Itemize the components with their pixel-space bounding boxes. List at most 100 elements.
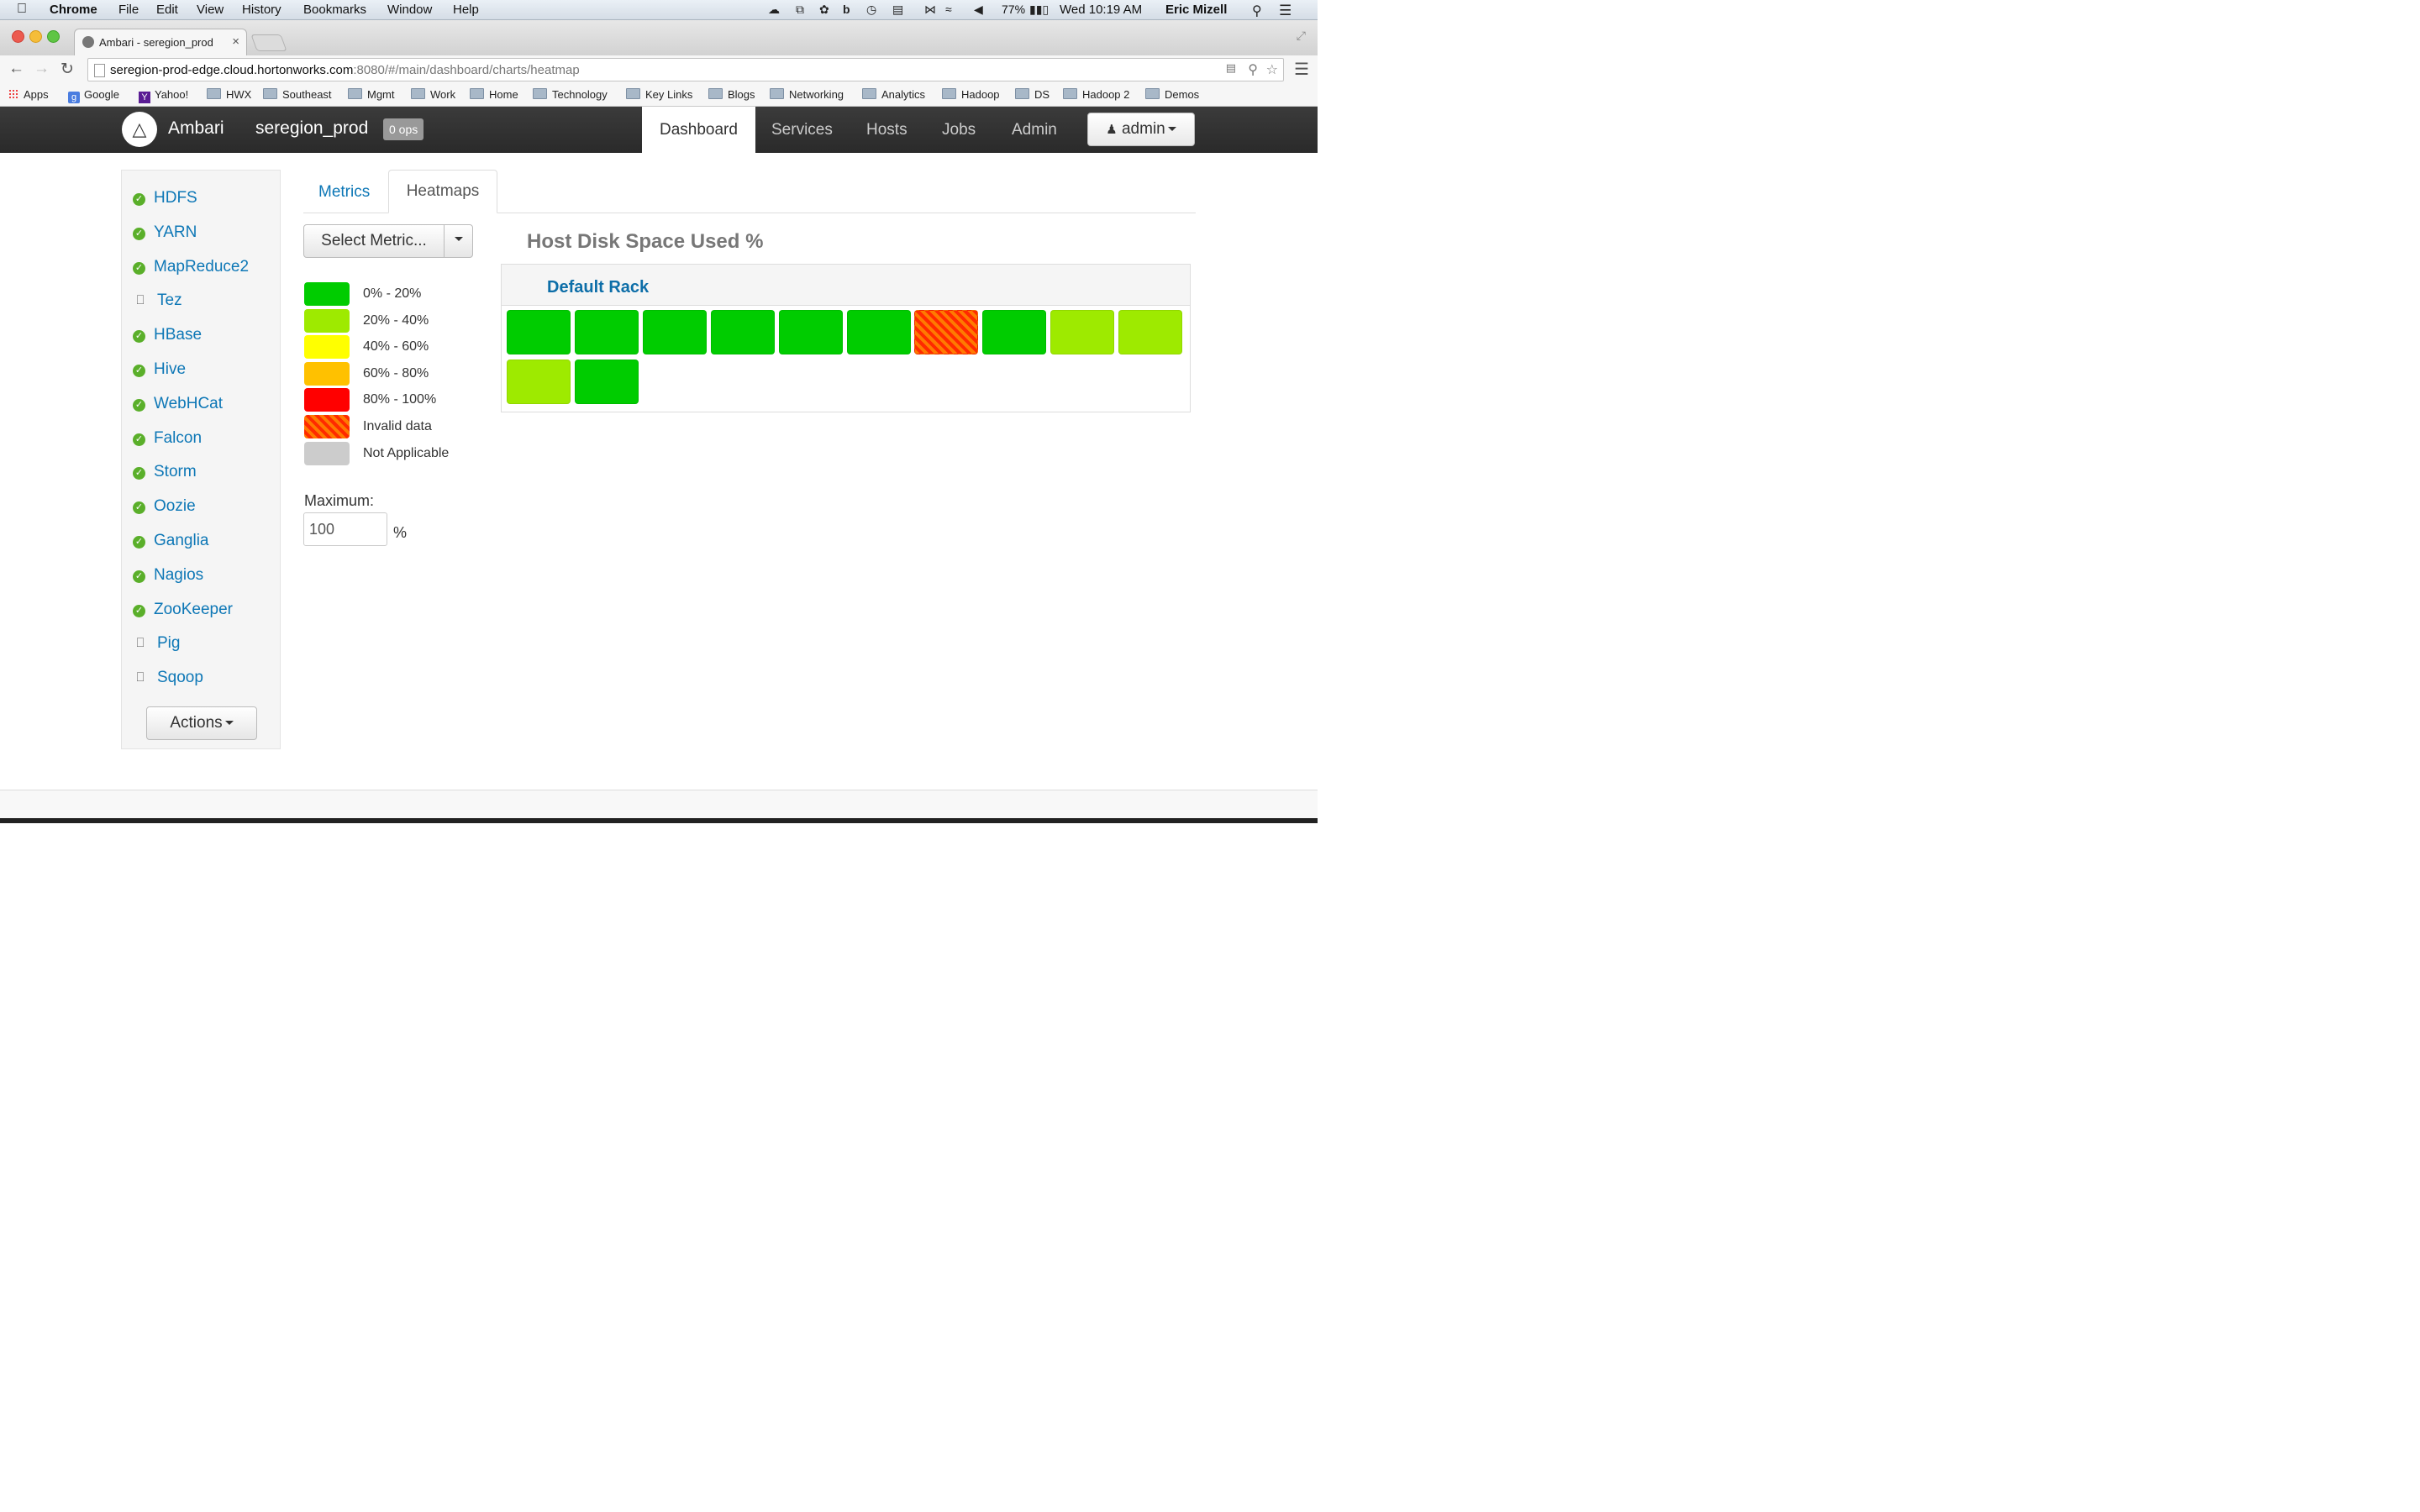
battery-icon[interactable]: ▮▮▯: [1029, 3, 1049, 17]
chrome-menu-icon[interactable]: ☰: [1294, 59, 1309, 80]
sidebar-service-webhcat[interactable]: ✓ WebHCat: [133, 395, 223, 415]
ambari-logo-icon[interactable]: △: [122, 112, 157, 147]
nav-dashboard[interactable]: Dashboard: [642, 107, 755, 153]
nav-hosts[interactable]: Hosts: [866, 107, 908, 153]
sidebar-service-pig[interactable]: ⎕ Pig: [133, 634, 180, 654]
reload-icon[interactable]: ↻: [60, 60, 74, 79]
sidebar-service-sqoop[interactable]: ⎕ Sqoop: [133, 669, 203, 689]
fullscreen-icon[interactable]: ⤢: [1297, 29, 1306, 43]
sidebar-service-hive[interactable]: ✓ Hive: [133, 360, 186, 381]
close-window-icon[interactable]: [12, 30, 24, 43]
menu-help[interactable]: Help: [453, 3, 479, 17]
nav-admin[interactable]: Admin: [1012, 107, 1057, 153]
sidebar-service-oozie[interactable]: ✓ Oozie: [133, 497, 196, 517]
host-cell[interactable]: [914, 310, 979, 354]
host-cell[interactable]: [507, 310, 571, 354]
memory-icon[interactable]: ▤: [892, 3, 903, 17]
menu-file[interactable]: File: [118, 3, 139, 17]
sidebar-service-falcon[interactable]: ✓ Falcon: [133, 429, 202, 449]
bookmark-folder-technology[interactable]: Technology: [533, 88, 608, 101]
copy-icon[interactable]: ⧉: [796, 3, 804, 17]
sidebar-service-ganglia[interactable]: ✓ Ganglia: [133, 532, 209, 552]
bookmark-folder-key-links[interactable]: Key Links: [626, 88, 692, 101]
dropbox-icon[interactable]: ☁: [768, 3, 780, 17]
nav-services[interactable]: Services: [771, 107, 833, 153]
bookmark-folder-analytics[interactable]: Analytics: [862, 88, 925, 101]
background-ops-badge[interactable]: 0 ops: [383, 118, 424, 140]
sidebar-service-hdfs[interactable]: ✓ HDFS: [133, 189, 197, 209]
user-menu-button[interactable]: ♟ admin: [1087, 113, 1195, 146]
host-cell[interactable]: [1050, 310, 1115, 354]
host-cell[interactable]: [574, 310, 639, 354]
host-cell[interactable]: [846, 310, 911, 354]
nav-jobs[interactable]: Jobs: [942, 107, 976, 153]
back-icon[interactable]: ←: [8, 60, 24, 78]
tab-heatmaps[interactable]: Heatmaps: [388, 170, 497, 213]
wifi-icon[interactable]: ≈: [945, 3, 952, 16]
bookmark-folder-work[interactable]: Work: [411, 88, 455, 101]
bookmark-star-icon[interactable]: ☆: [1266, 61, 1278, 78]
menu-user[interactable]: Eric Mizell: [1165, 3, 1227, 17]
bookmark-folder-home[interactable]: Home: [470, 88, 518, 101]
sidebar-service-nagios[interactable]: ✓ Nagios: [133, 566, 203, 586]
yahoo-icon: Y: [139, 92, 150, 103]
select-metric-dropdown-toggle[interactable]: [444, 224, 473, 258]
bookmark-yahoo[interactable]: Y Yahoo!: [139, 88, 188, 103]
bookmark-folder-networking[interactable]: Networking: [770, 88, 844, 101]
bookmark-google[interactable]: g Google: [68, 88, 119, 103]
bookmark-folder-blogs[interactable]: Blogs: [708, 88, 755, 101]
host-cell[interactable]: [778, 310, 843, 354]
url-text[interactable]: seregion-prod-edge.cloud.hortonworks.com…: [110, 63, 580, 77]
bookmark-folder-demos[interactable]: Demos: [1145, 88, 1199, 101]
host-cell[interactable]: [574, 359, 639, 404]
bookmark-folder-mgmt[interactable]: Mgmt: [348, 88, 395, 101]
select-metric-button[interactable]: Select Metric...: [303, 224, 445, 258]
rack-name[interactable]: Default Rack: [547, 278, 649, 297]
forward-icon[interactable]: →: [34, 60, 50, 78]
menu-clock[interactable]: Wed 10:19 AM: [1060, 3, 1142, 17]
bookmark-folder-hwx[interactable]: HWX: [207, 88, 251, 101]
bookmark-folder-ds[interactable]: DS: [1015, 88, 1050, 101]
bluetooth-icon[interactable]: ⋈: [924, 3, 936, 17]
menu-history[interactable]: History: [242, 3, 281, 17]
zoom-window-icon[interactable]: [47, 30, 60, 43]
menu-view[interactable]: View: [197, 3, 224, 17]
sidebar-service-zookeeper[interactable]: ✓ ZooKeeper: [133, 601, 233, 621]
minimize-window-icon[interactable]: [29, 30, 42, 43]
new-tab-button[interactable]: [250, 34, 287, 51]
menu-app-name[interactable]: Chrome: [50, 3, 97, 17]
sidebar-service-tez[interactable]: ⎕ Tez: [133, 291, 182, 312]
host-cell[interactable]: [1118, 310, 1183, 354]
volume-icon[interactable]: ◀: [974, 3, 983, 17]
sidebar-service-yarn[interactable]: ✓ YARN: [133, 223, 197, 244]
bookmark-folder-southeast[interactable]: Southeast: [263, 88, 332, 101]
menu-window[interactable]: Window: [387, 3, 432, 17]
host-cell[interactable]: [642, 310, 707, 354]
page-action-icon[interactable]: ▤: [1226, 61, 1236, 75]
address-bar[interactable]: seregion-prod-edge.cloud.hortonworks.com…: [87, 58, 1284, 81]
host-cell[interactable]: [507, 359, 571, 404]
browser-tab[interactable]: Ambari - seregion_prod ×: [74, 29, 247, 55]
tab-close-icon[interactable]: ×: [232, 34, 239, 49]
bookmark-folder-hadoop[interactable]: Hadoop: [942, 88, 1000, 101]
sidebar-service-storm[interactable]: ✓ Storm: [133, 463, 197, 483]
apple-icon[interactable]: : [17, 2, 27, 17]
notification-center-icon[interactable]: ☰: [1279, 3, 1292, 19]
host-cell[interactable]: [710, 310, 775, 354]
sidebar-service-mapreduce2[interactable]: ✓ MapReduce2: [133, 258, 249, 278]
time-machine-icon[interactable]: ◷: [866, 3, 876, 17]
menu-edit[interactable]: Edit: [156, 3, 178, 17]
bookmark-apps[interactable]: Apps: [8, 88, 49, 101]
maximum-input[interactable]: [303, 512, 387, 546]
brand-name[interactable]: Ambari: [168, 118, 224, 139]
zoom-icon[interactable]: ⚲: [1248, 61, 1258, 78]
actions-button[interactable]: Actions: [146, 706, 257, 740]
menu-bookmarks[interactable]: Bookmarks: [303, 3, 366, 17]
spotlight-search-icon[interactable]: ⚲: [1252, 3, 1262, 19]
sidebar-service-hbase[interactable]: ✓ HBase: [133, 326, 202, 346]
host-cell[interactable]: [982, 310, 1047, 354]
b-app-icon[interactable]: b: [843, 3, 850, 16]
bookmark-folder-hadoop-2[interactable]: Hadoop 2: [1063, 88, 1129, 101]
evernote-icon[interactable]: ✿: [819, 3, 829, 17]
tab-metrics[interactable]: Metrics: [318, 183, 370, 202]
